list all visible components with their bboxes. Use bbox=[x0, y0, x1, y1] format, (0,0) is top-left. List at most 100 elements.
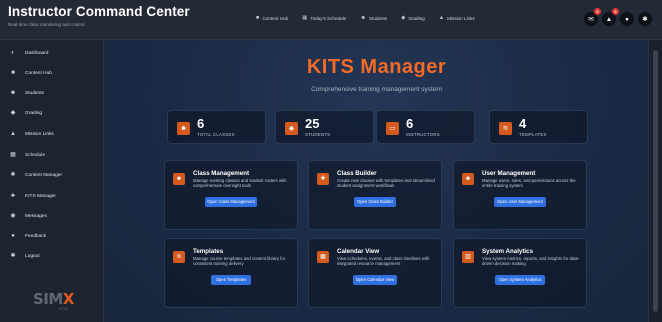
open-class-management-button[interactable]: Open Class Management bbox=[205, 197, 257, 207]
sidebar-item-dashboard[interactable]: ◐ Dashboard bbox=[9, 49, 48, 57]
card-templates: ≋ Templates Manage course templates and … bbox=[164, 238, 298, 308]
sidebar-item-label: KITS Manager bbox=[25, 193, 56, 199]
graduation-cap-icon: ◆ bbox=[10, 110, 16, 116]
top-nav: ■ Content Hub ▦ Today's Schedule ☻ Stude… bbox=[256, 15, 475, 21]
nav-label: Students bbox=[369, 15, 388, 21]
sidebar-item-label: Content Hub bbox=[25, 70, 52, 76]
sidebar-item-logout[interactable]: ✱ Logout bbox=[9, 252, 39, 260]
card-description: Create new classes with templates and st… bbox=[337, 178, 435, 189]
stat-label: STUDENTS bbox=[305, 132, 331, 137]
open-class-builder-button[interactable]: Open Class Builder bbox=[354, 197, 396, 207]
sidebar-item-label: Grading bbox=[25, 110, 43, 116]
top-bar: Instructor Command Center Real-time clas… bbox=[0, 0, 662, 40]
card-system-analytics: ▥ System Analytics View system metrics, … bbox=[453, 238, 587, 308]
sidebar-item-feedback[interactable]: ● Feedback bbox=[9, 232, 46, 240]
stat-label: TOTAL CLASSES bbox=[197, 132, 235, 137]
sidebar-item-label: Students bbox=[25, 90, 44, 96]
nav-todays-schedule[interactable]: ▦ Today's Schedule bbox=[302, 15, 346, 21]
chart-icon: ▥ bbox=[462, 251, 474, 263]
stat-value: 25 bbox=[305, 116, 320, 131]
graduation-cap-icon: ◆ bbox=[401, 15, 406, 21]
app-subtitle: Real-time class monitoring and control bbox=[8, 22, 85, 27]
open-user-management-button[interactable]: Open User Management bbox=[494, 197, 546, 207]
stat-value: 4 bbox=[519, 116, 527, 131]
calendar-icon: ▦ bbox=[302, 15, 308, 21]
sidebar-item-content-hub[interactable]: ■ Content Hub bbox=[9, 69, 52, 77]
nav-content-hub[interactable]: ■ Content Hub bbox=[256, 15, 288, 21]
notifications-button[interactable]: ▲ 0 bbox=[602, 8, 619, 26]
main-content: KITS Manager Comprehensive training mana… bbox=[105, 40, 648, 322]
card-description: Manage course templates and content libr… bbox=[193, 256, 286, 267]
building-icon: ▲ bbox=[438, 15, 445, 21]
sidebar: ◐ Dashboard ■ Content Hub ☻ Students ◆ G… bbox=[0, 40, 104, 322]
nav-students[interactable]: ☻ Students bbox=[360, 15, 387, 21]
card-description: View schedules, events, and class timeli… bbox=[337, 256, 430, 267]
stat-value: 6 bbox=[406, 116, 414, 131]
simx-logo: SIMX KITS bbox=[33, 290, 74, 315]
graduation-cap-icon: ◆ bbox=[285, 122, 298, 135]
user-icon: ● bbox=[625, 15, 629, 23]
calendar-icon: ▦ bbox=[317, 251, 329, 263]
sidebar-item-label: Dashboard bbox=[25, 50, 49, 56]
scrollbar-thumb[interactable] bbox=[653, 50, 658, 312]
notification-count-badge: 0 bbox=[612, 8, 619, 15]
sidebar-item-label: Mission Links bbox=[25, 131, 54, 137]
chat-icon: ◉ bbox=[10, 213, 16, 219]
top-actions: ✉ 0 ▲ 0 ● ✱ bbox=[584, 8, 652, 26]
card-calendar-view: ▦ Calendar View View schedules, events, … bbox=[308, 238, 442, 308]
brand: Instructor Command Center Real-time clas… bbox=[8, 4, 190, 28]
logout-icon: ✱ bbox=[10, 253, 16, 259]
open-calendar-view-button[interactable]: Open Calendar View bbox=[353, 275, 397, 285]
sidebar-item-messages[interactable]: ◉ Messages bbox=[9, 212, 47, 220]
messages-button[interactable]: ✉ 0 bbox=[584, 8, 601, 26]
profile-button[interactable]: ● bbox=[620, 12, 634, 26]
nav-label: Mission Links bbox=[447, 15, 475, 21]
sidebar-item-label: Feedback bbox=[25, 233, 47, 239]
sidebar-item-label: Messages bbox=[25, 213, 47, 219]
film-icon: ■ bbox=[11, 70, 15, 76]
nav-label: Today's Schedule bbox=[310, 15, 347, 21]
stat-templates: ≋ 4 TEMPLATES bbox=[489, 110, 588, 144]
layers-icon: ≋ bbox=[173, 251, 185, 263]
card-title: Class Management bbox=[193, 170, 250, 177]
stat-value: 6 bbox=[197, 116, 205, 131]
sidebar-item-kits-manager[interactable]: ♣ KITS Manager bbox=[9, 192, 56, 200]
app-title: Instructor Command Center bbox=[8, 4, 190, 19]
nav-label: Grading bbox=[408, 15, 425, 21]
users-icon: ☻ bbox=[173, 173, 185, 185]
sidebar-item-grading[interactable]: ◆ Grading bbox=[9, 109, 42, 117]
sidebar-item-mission-links[interactable]: ▲ Mission Links bbox=[9, 130, 54, 138]
open-system-analytics-button[interactable]: Open System Analytics bbox=[495, 275, 545, 285]
page-scrollbar[interactable] bbox=[648, 40, 662, 322]
card-description: Manage users, roles, and permissions acr… bbox=[482, 178, 576, 189]
stat-label: TEMPLATES bbox=[519, 132, 547, 137]
open-templates-button[interactable]: Open Templates bbox=[211, 275, 251, 285]
stat-label: INSTRUCTORS bbox=[406, 132, 440, 137]
gear-icon: ✱ bbox=[10, 172, 16, 178]
stat-students: ◆ 25 STUDENTS bbox=[275, 110, 374, 144]
logo-wordmark: SIMX bbox=[33, 290, 74, 308]
page-subtitle: Comprehensive training management system bbox=[311, 86, 442, 93]
users-icon: ☻ bbox=[360, 15, 366, 21]
nav-label: Content Hub bbox=[262, 15, 289, 21]
users-gear-icon: ♣ bbox=[11, 193, 15, 199]
sidebar-item-schedule[interactable]: ▦ Schedule bbox=[9, 151, 45, 159]
sidebar-item-content-manager[interactable]: ✱ Content Manager bbox=[9, 171, 62, 179]
settings-button[interactable]: ✱ bbox=[638, 12, 652, 26]
sidebar-item-label: Content Manager bbox=[25, 172, 63, 178]
card-title: System Analytics bbox=[482, 248, 534, 255]
sidebar-item-students[interactable]: ☻ Students bbox=[9, 89, 44, 97]
gear-icon: ✱ bbox=[642, 16, 648, 23]
nav-mission-links[interactable]: ▲ Mission Links bbox=[439, 15, 475, 21]
card-title: Calendar View bbox=[337, 248, 380, 255]
film-icon: ■ bbox=[256, 15, 260, 21]
nav-grading[interactable]: ◆ Grading bbox=[401, 15, 425, 21]
card-title: Templates bbox=[193, 248, 224, 255]
calendar-icon: ▦ bbox=[10, 152, 16, 158]
stat-total-classes: ☻ 6 TOTAL CLASSES bbox=[167, 110, 266, 144]
card-class-management: ☻ Class Management Manage existing class… bbox=[164, 160, 298, 230]
layers-icon: ≋ bbox=[499, 122, 512, 135]
user-cog-icon: ☻ bbox=[462, 173, 474, 185]
card-class-builder: ✚ Class Builder Create new classes with … bbox=[308, 160, 442, 230]
stat-instructors: ▭ 6 INSTRUCTORS bbox=[376, 110, 475, 144]
